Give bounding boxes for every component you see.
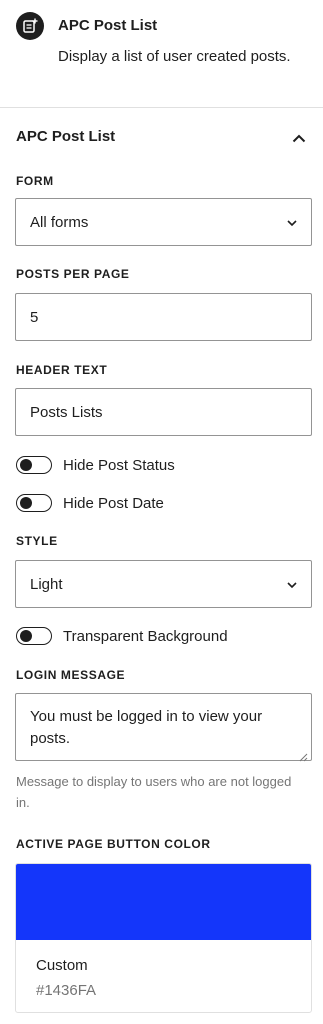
header-text-value: Posts Lists: [30, 403, 103, 421]
hide-post-date-toggle[interactable]: [16, 494, 52, 512]
block-description: Display a list of user created posts.: [58, 48, 291, 65]
color-name: Custom: [36, 957, 88, 974]
transparent-background-label: Transparent Background: [63, 627, 228, 645]
posts-per-page-label: POSTS PER PAGE: [16, 267, 130, 281]
toggle-thumb: [20, 459, 32, 471]
toggle-thumb: [20, 497, 32, 509]
chevron-up-icon[interactable]: [289, 130, 309, 146]
chevron-down-icon: [285, 216, 299, 230]
active-page-button-color-label: ACTIVE PAGE BUTTON COLOR: [16, 837, 211, 851]
color-hex: #1436FA: [36, 982, 97, 999]
login-message-value: You must be logged in to view your posts…: [30, 708, 263, 747]
style-select-value: Light: [30, 575, 63, 593]
toggle-thumb: [20, 630, 32, 642]
panel-title: APC Post List: [16, 128, 116, 145]
form-select-value: All forms: [30, 213, 89, 231]
transparent-background-toggle-row[interactable]: Transparent Background: [16, 625, 228, 647]
hide-post-status-label: Hide Post Status: [63, 456, 175, 474]
transparent-background-toggle[interactable]: [16, 627, 52, 645]
form-label: FORM: [16, 174, 54, 188]
posts-per-page-input[interactable]: 5: [15, 293, 312, 341]
hide-post-date-label: Hide Post Date: [63, 494, 164, 512]
color-picker-card[interactable]: Custom #1436FA: [15, 863, 312, 1013]
chevron-down-icon: [285, 578, 299, 592]
hide-post-status-toggle-row[interactable]: Hide Post Status: [16, 454, 175, 476]
hide-post-status-toggle[interactable]: [16, 456, 52, 474]
posts-per-page-value: 5: [30, 308, 39, 326]
header-text-input[interactable]: Posts Lists: [15, 388, 312, 436]
block-card: APC Post List Display a list of user cre…: [0, 0, 323, 108]
form-select[interactable]: All forms: [15, 198, 312, 246]
login-message-help: Message to display to users who are not …: [16, 774, 292, 810]
color-swatch[interactable]: [16, 864, 311, 940]
resize-handle-icon[interactable]: [298, 747, 308, 762]
hide-post-date-toggle-row[interactable]: Hide Post Date: [16, 492, 164, 514]
style-label: STYLE: [16, 534, 58, 548]
login-message-textarea[interactable]: You must be logged in to view your posts…: [15, 693, 312, 762]
block-title: APC Post List: [58, 17, 158, 34]
header-text-label: HEADER TEXT: [16, 363, 108, 377]
post-list-icon: [16, 12, 44, 40]
panel-header[interactable]: APC Post List: [0, 108, 323, 162]
style-select[interactable]: Light: [15, 560, 312, 608]
login-message-label: LOGIN MESSAGE: [16, 668, 126, 682]
